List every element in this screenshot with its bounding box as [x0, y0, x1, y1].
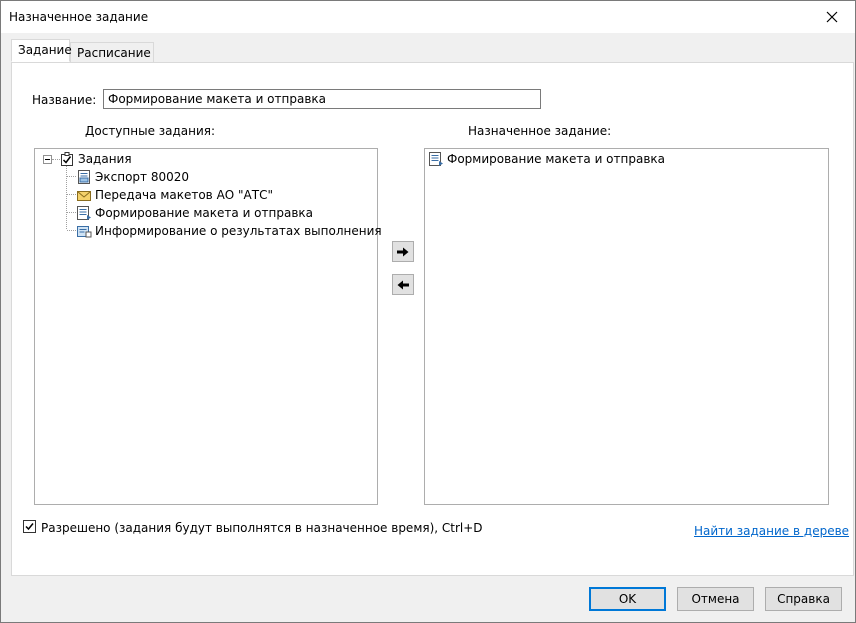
available-tasks-label: Доступные задания:	[85, 124, 216, 138]
add-task-button[interactable]	[392, 241, 414, 262]
tree-item-export[interactable]: Экспорт 80020	[76, 168, 189, 186]
enabled-label[interactable]: Разрешено (задания будут выполнятся в на…	[41, 521, 483, 535]
ok-button[interactable]: OK	[589, 587, 666, 611]
tab-schedule[interactable]: Расписание	[70, 42, 154, 63]
notification-icon	[77, 226, 92, 238]
remove-task-button[interactable]	[392, 274, 414, 295]
enabled-checkbox[interactable]	[23, 520, 36, 533]
envelope-icon	[77, 191, 91, 201]
document-list-icon	[77, 206, 91, 220]
arrow-left-icon	[397, 280, 409, 289]
title-bar: Назначенное задание	[1, 1, 855, 33]
tree-item-transfer[interactable]: Передача макетов АО "АТС"	[76, 186, 273, 204]
tree-item-label: Формирование макета и отправка	[95, 206, 313, 220]
close-button[interactable]	[809, 1, 855, 32]
assigned-tasks-list[interactable]: Формирование макета и отправка	[424, 148, 829, 505]
document-export-icon	[78, 170, 90, 184]
arrow-right-icon	[397, 247, 409, 256]
tree-item-inform[interactable]: Информирование о результатах выполнения	[76, 222, 382, 240]
checked-folder-icon	[61, 152, 73, 166]
tab-panel: Название: Формирование макета и отправка…	[11, 62, 854, 576]
tree-root-label: Задания	[78, 152, 132, 166]
tree-connector	[67, 212, 76, 213]
tree-item-layout-send[interactable]: Формирование макета и отправка	[76, 204, 313, 222]
tree-item-label: Экспорт 80020	[95, 170, 190, 184]
assigned-item-label: Формирование макета и отправка	[447, 152, 665, 166]
tree-connector	[67, 194, 76, 195]
tree-connector	[67, 230, 76, 231]
dialog-window: Назначенное задание Задание Расписание Н…	[0, 0, 856, 623]
tree-collapse-toggle[interactable]	[43, 155, 52, 164]
close-icon	[826, 11, 838, 22]
tree-item-label: Передача макетов АО "АТС"	[95, 188, 273, 202]
tree-root[interactable]: Задания	[59, 150, 132, 168]
available-tasks-tree[interactable]: Задания Экспорт 80020 Передача макетов А…	[34, 148, 382, 505]
tab-task[interactable]: Задание	[11, 39, 72, 62]
assigned-task-label: Назначенное задание:	[468, 124, 612, 138]
tree-connector	[66, 163, 67, 229]
window-title: Назначенное задание	[9, 10, 149, 24]
help-button[interactable]: Справка	[765, 587, 842, 611]
assigned-list-item[interactable]: Формирование макета и отправка	[428, 150, 665, 168]
cancel-button[interactable]: Отмена	[677, 587, 754, 611]
name-label: Название:	[32, 93, 97, 107]
tree-connector	[67, 176, 76, 177]
document-list-icon	[429, 152, 443, 166]
checkmark-icon	[25, 523, 34, 531]
find-in-tree-link[interactable]: Найти задание в дереве	[694, 524, 849, 538]
name-input[interactable]: Формирование макета и отправка	[103, 89, 541, 109]
tree-item-label: Информирование о результатах выполнения	[95, 224, 382, 238]
